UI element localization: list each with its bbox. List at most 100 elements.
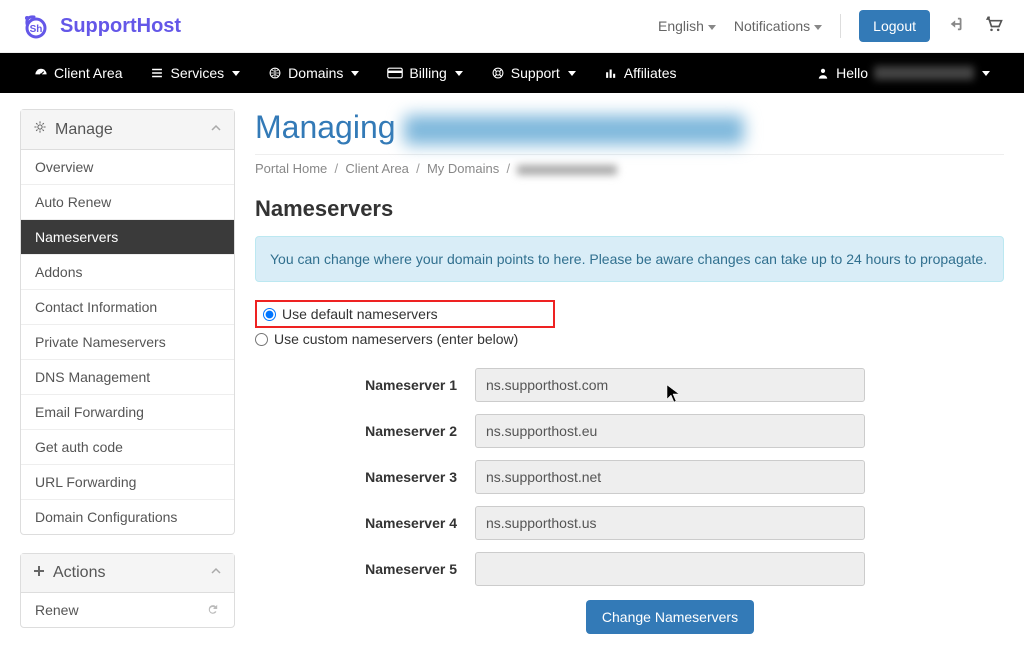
- chevron-down-icon: [568, 71, 576, 76]
- nav-label: Client Area: [54, 65, 122, 81]
- breadcrumb-client[interactable]: Client Area: [345, 161, 409, 176]
- ns5-input[interactable]: [475, 552, 865, 586]
- ns5-label: Nameserver 5: [255, 561, 475, 577]
- chevron-up-icon: [210, 121, 222, 139]
- actions-panel: Actions Renew: [20, 553, 235, 628]
- chevron-down-icon: [982, 71, 990, 76]
- breadcrumb-domains[interactable]: My Domains: [427, 161, 499, 176]
- radio-custom-input[interactable]: [255, 333, 268, 346]
- breadcrumb-home[interactable]: Portal Home: [255, 161, 327, 176]
- renew-label: Renew: [35, 602, 79, 618]
- change-nameservers-button[interactable]: Change Nameservers: [586, 600, 754, 634]
- sidebar-item-auth-code[interactable]: Get auth code: [21, 430, 234, 465]
- refresh-icon: [206, 602, 220, 619]
- nav-domains[interactable]: Domains: [254, 53, 373, 93]
- sidebar-item-contact-info[interactable]: Contact Information: [21, 290, 234, 325]
- manage-panel: Manage Overview Auto Renew Nameservers A…: [20, 109, 235, 535]
- nav-services[interactable]: Services: [136, 53, 254, 93]
- life-ring-icon: [491, 66, 505, 80]
- dashboard-icon: [34, 66, 48, 80]
- ns1-label: Nameserver 1: [255, 377, 475, 393]
- ns5-row: Nameserver 5: [255, 552, 1004, 586]
- svg-text:Sh: Sh: [30, 24, 43, 35]
- sidebar: Manage Overview Auto Renew Nameservers A…: [20, 109, 235, 646]
- nav-affiliates[interactable]: Affiliates: [590, 53, 691, 93]
- sidebar-item-overview[interactable]: Overview: [21, 150, 234, 185]
- breadcrumb: Portal Home / Client Area / My Domains /: [255, 154, 1004, 196]
- ns2-label: Nameserver 2: [255, 423, 475, 439]
- signout-icon[interactable]: [948, 15, 966, 38]
- radio-default-nameservers[interactable]: Use default nameservers: [255, 300, 555, 328]
- hello-label: Hello: [836, 65, 868, 81]
- main-layout: Manage Overview Auto Renew Nameservers A…: [0, 93, 1024, 662]
- chevron-up-icon: [210, 564, 222, 582]
- sidebar-item-email-fwd[interactable]: Email Forwarding: [21, 395, 234, 430]
- content-area: Managing Portal Home / Client Area / My …: [255, 109, 1004, 646]
- nav-label: Support: [511, 65, 560, 81]
- sidebar-item-addons[interactable]: Addons: [21, 255, 234, 290]
- notifications-toggle[interactable]: Notifications: [734, 18, 822, 34]
- nav-client-area[interactable]: Client Area: [20, 53, 136, 93]
- nav-label: Billing: [409, 65, 446, 81]
- ns4-label: Nameserver 4: [255, 515, 475, 531]
- top-header: Sh SupportHost English Notifications Log…: [0, 0, 1024, 53]
- ns3-row: Nameserver 3: [255, 460, 1004, 494]
- language-label: English: [658, 18, 704, 34]
- manage-panel-heading[interactable]: Manage: [21, 110, 234, 150]
- radio-default-input[interactable]: [263, 308, 276, 321]
- actions-panel-heading[interactable]: Actions: [21, 554, 234, 593]
- chevron-down-icon: [232, 71, 240, 76]
- gear-icon: [33, 120, 47, 139]
- info-alert: You can change where your domain points …: [255, 236, 1004, 282]
- chart-bar-icon: [604, 66, 618, 80]
- plus-icon: [33, 564, 45, 582]
- ns1-input[interactable]: [475, 368, 865, 402]
- ns2-input[interactable]: [475, 414, 865, 448]
- submit-row: Change Nameservers: [255, 600, 865, 634]
- breadcrumb-current-redacted: [517, 165, 617, 175]
- main-navbar: Client Area Services Domains Billing Sup…: [0, 53, 1024, 93]
- nav-label: Affiliates: [624, 65, 677, 81]
- credit-card-icon: [387, 66, 403, 80]
- chevron-down-icon: [814, 25, 822, 30]
- nav-user-menu[interactable]: Hello: [802, 65, 1004, 81]
- ns1-row: Nameserver 1: [255, 368, 1004, 402]
- chevron-down-icon: [351, 71, 359, 76]
- page-title: Managing: [255, 109, 1004, 146]
- nav-label: Services: [170, 65, 224, 81]
- logout-button[interactable]: Logout: [859, 10, 930, 42]
- globe-icon: [268, 66, 282, 80]
- sidebar-item-private-ns[interactable]: Private Nameservers: [21, 325, 234, 360]
- sidebar-item-dns-mgmt[interactable]: DNS Management: [21, 360, 234, 395]
- radio-default-label: Use default nameservers: [282, 306, 438, 322]
- top-right-controls: English Notifications Logout: [658, 10, 1004, 42]
- username-redacted: [874, 66, 974, 80]
- nav-support[interactable]: Support: [477, 53, 590, 93]
- brand-name: SupportHost: [60, 15, 181, 38]
- sidebar-action-renew[interactable]: Renew: [21, 593, 234, 627]
- ns3-label: Nameserver 3: [255, 469, 475, 485]
- chevron-down-icon: [455, 71, 463, 76]
- language-toggle[interactable]: English: [658, 18, 716, 34]
- manage-title: Manage: [55, 121, 113, 139]
- logo-icon: Sh: [20, 10, 52, 42]
- ns3-input[interactable]: [475, 460, 865, 494]
- ns4-input[interactable]: [475, 506, 865, 540]
- sidebar-item-domain-config[interactable]: Domain Configurations: [21, 500, 234, 534]
- section-title: Nameservers: [255, 196, 1004, 222]
- nav-billing[interactable]: Billing: [373, 53, 476, 93]
- domain-name-redacted: [404, 115, 744, 145]
- divider: [840, 14, 841, 38]
- sidebar-item-nameservers[interactable]: Nameservers: [21, 220, 234, 255]
- sidebar-item-url-fwd[interactable]: URL Forwarding: [21, 465, 234, 500]
- chevron-down-icon: [708, 25, 716, 30]
- nameserver-choice: Use default nameservers Use custom names…: [255, 300, 1004, 350]
- user-icon: [816, 66, 830, 80]
- radio-custom-nameservers[interactable]: Use custom nameservers (enter below): [255, 328, 1004, 350]
- brand-logo[interactable]: Sh SupportHost: [20, 10, 181, 42]
- sidebar-item-auto-renew[interactable]: Auto Renew: [21, 185, 234, 220]
- nav-label: Domains: [288, 65, 343, 81]
- list-icon: [150, 66, 164, 80]
- notifications-label: Notifications: [734, 18, 810, 34]
- cart-icon[interactable]: [984, 14, 1004, 39]
